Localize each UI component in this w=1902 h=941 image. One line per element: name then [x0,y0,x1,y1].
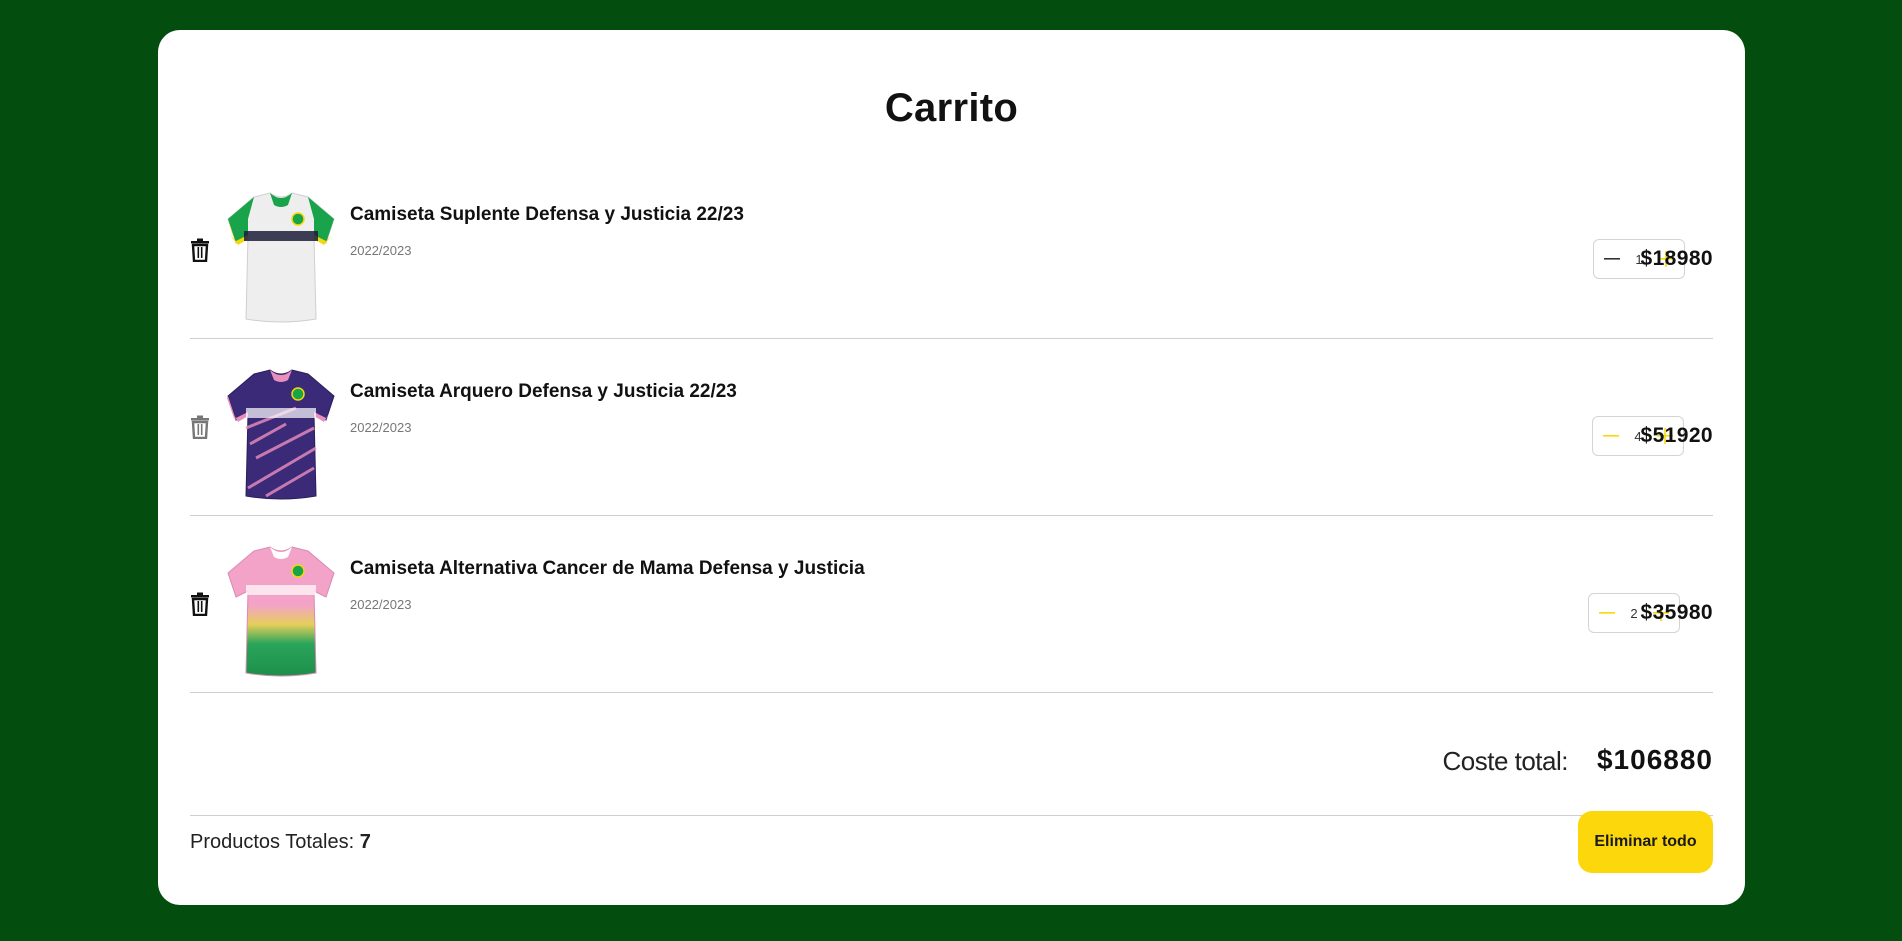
product-image [226,545,336,677]
trash-icon[interactable] [190,238,210,262]
trash-icon[interactable] [190,592,210,616]
minus-icon[interactable] [1599,424,1623,448]
product-season: 2022/2023 [350,420,412,435]
products-total-label: Productos Totales: [190,831,355,853]
product-price: $35980 [1640,601,1713,624]
total-label: Coste total: [1442,746,1568,776]
quantity-value: 2 [1630,605,1638,621]
cart-card: Carrito Camiseta Suplente Defensa y Just… [158,30,1745,905]
total-value: $106880 [1596,744,1713,775]
cart-item: Camiseta Suplente Defensa y Justicia 22/… [190,162,1713,339]
minus-icon[interactable] [1595,601,1619,625]
product-image [226,191,336,323]
cart-item: Camiseta Arquero Defensa y Justicia 22/2… [190,339,1713,516]
cart-item: Camiseta Alternativa Cancer de Mama Defe… [190,516,1713,693]
product-price: $18980 [1640,247,1713,270]
product-name: Camiseta Suplente Defensa y Justicia 22/… [350,204,744,225]
product-image [226,368,336,500]
page-title: Carrito [884,86,1019,130]
products-total-count: 7 [359,831,371,853]
cart-total: Coste total: $106880 [190,693,1713,816]
minus-icon[interactable] [1600,247,1624,271]
product-name: Camiseta Arquero Defensa y Justicia 22/2… [350,381,737,402]
product-name: Camiseta Alternativa Cancer de Mama Defe… [350,558,865,579]
clear-cart-button[interactable]: Eliminar todo [1578,811,1713,873]
product-price: $51920 [1640,424,1713,447]
trash-icon[interactable] [190,415,210,439]
product-season: 2022/2023 [350,597,412,612]
products-total: Productos Totales: 7 [190,831,371,854]
product-season: 2022/2023 [350,243,412,258]
